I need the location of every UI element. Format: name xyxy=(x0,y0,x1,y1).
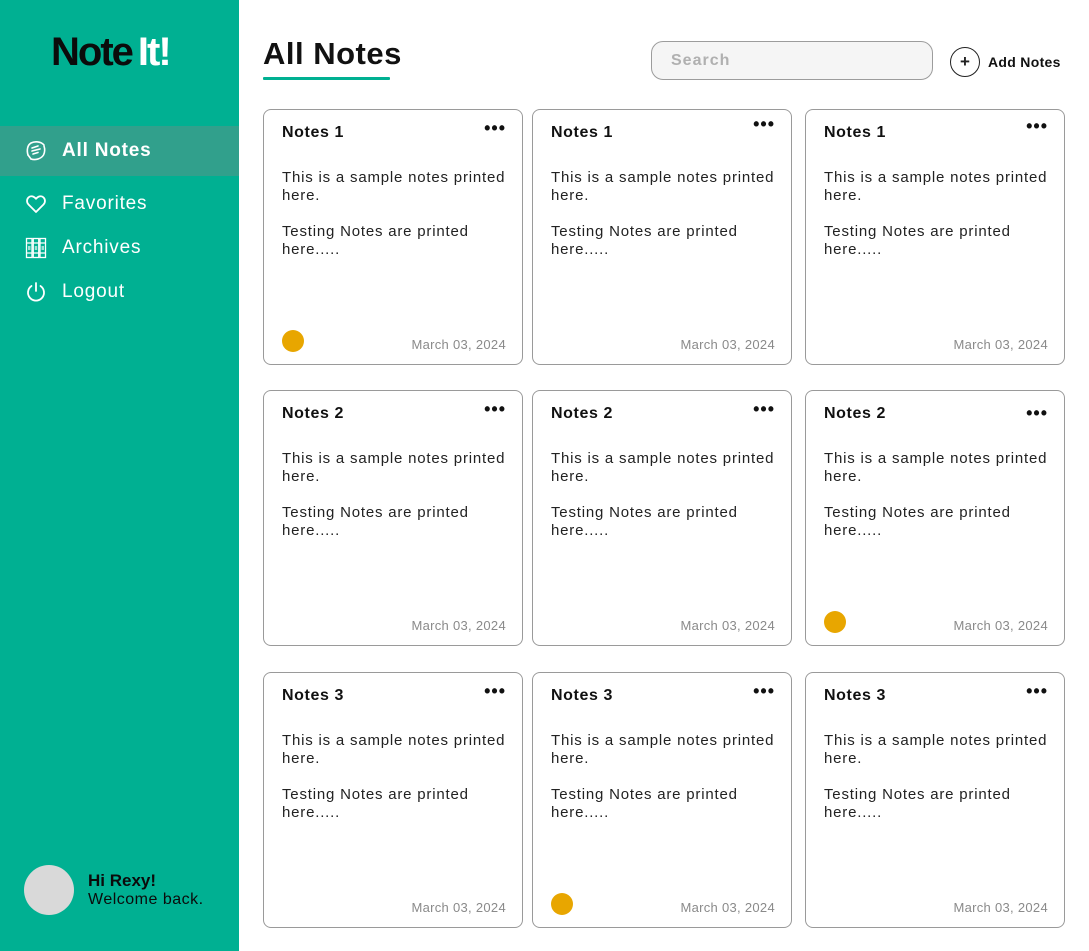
note-title: Notes 2 xyxy=(551,405,613,422)
sidebar-item-label: Favorites xyxy=(62,193,148,214)
sidebar-item-label: All Notes xyxy=(62,140,152,161)
note-card[interactable]: Notes 2 ••• This is a sample notes print… xyxy=(263,390,523,646)
note-body: This is a sample notes printed here. Tes… xyxy=(551,450,787,558)
note-card[interactable]: Notes 1 ••• This is a sample notes print… xyxy=(263,109,523,365)
note-body: This is a sample notes printed here. Tes… xyxy=(824,450,1060,558)
more-options-icon[interactable]: ••• xyxy=(1026,116,1048,136)
note-title: Notes 2 xyxy=(824,405,886,422)
more-options-icon[interactable]: ••• xyxy=(484,681,506,701)
notes-icon xyxy=(24,139,48,163)
sidebar-item-logout[interactable]: Logout xyxy=(0,267,239,317)
more-options-icon[interactable]: ••• xyxy=(753,114,775,134)
note-card[interactable]: Notes 3 ••• This is a sample notes print… xyxy=(805,672,1065,928)
note-body: This is a sample notes printed here. Tes… xyxy=(551,169,787,277)
more-options-icon[interactable]: ••• xyxy=(1026,681,1048,701)
sidebar-item-all-notes[interactable]: All Notes xyxy=(0,126,239,176)
note-body: This is a sample notes printed here. Tes… xyxy=(282,450,518,558)
note-text-line: Testing Notes are printed here..... xyxy=(824,223,1011,258)
note-card[interactable]: Notes 1 ••• This is a sample notes print… xyxy=(805,109,1065,365)
note-body: This is a sample notes printed here. Tes… xyxy=(551,732,787,840)
add-notes-label: Add Notes xyxy=(988,54,1061,70)
archive-icon xyxy=(24,236,48,260)
sidebar-item-label: Logout xyxy=(62,281,125,302)
note-text-line: Testing Notes are printed here..... xyxy=(282,504,469,539)
plus-icon: + xyxy=(950,47,980,77)
note-title: Notes 3 xyxy=(282,687,344,704)
title-underline xyxy=(263,77,390,80)
note-text-line: This is a sample notes printed here. xyxy=(282,450,506,485)
note-card[interactable]: Notes 1 ••• This is a sample notes print… xyxy=(532,109,792,365)
note-date: March 03, 2024 xyxy=(680,618,775,633)
note-date: March 03, 2024 xyxy=(680,337,775,352)
user-greeting: Hi Rexy! xyxy=(88,871,157,890)
note-date: March 03, 2024 xyxy=(411,900,506,915)
note-date: March 03, 2024 xyxy=(680,900,775,915)
note-date: March 03, 2024 xyxy=(411,618,506,633)
favorite-dot-icon xyxy=(282,330,304,352)
note-card[interactable]: Notes 2 ••• This is a sample notes print… xyxy=(532,390,792,646)
more-options-icon[interactable]: ••• xyxy=(484,118,506,138)
note-card[interactable]: Notes 3 ••• This is a sample notes print… xyxy=(263,672,523,928)
favorite-dot-icon xyxy=(824,611,846,633)
sidebar-item-label: Archives xyxy=(62,237,142,258)
app-logo[interactable]: Note It! xyxy=(51,28,172,76)
power-icon xyxy=(24,280,48,304)
note-body: This is a sample notes printed here. Tes… xyxy=(282,732,518,840)
note-text-line: This is a sample notes printed here. xyxy=(551,169,775,204)
note-title: Notes 1 xyxy=(551,124,613,141)
note-date: March 03, 2024 xyxy=(953,900,1048,915)
note-body: This is a sample notes printed here. Tes… xyxy=(282,169,518,277)
user-text: Hi Rexy! Welcome back. xyxy=(88,871,204,909)
more-options-icon[interactable]: ••• xyxy=(1026,403,1048,423)
add-notes-button[interactable]: + Add Notes xyxy=(950,47,1061,77)
note-text-line: This is a sample notes printed here. xyxy=(824,169,1048,204)
more-options-icon[interactable]: ••• xyxy=(753,399,775,419)
note-text-line: Testing Notes are printed here..... xyxy=(282,786,469,821)
note-text-line: This is a sample notes printed here. xyxy=(551,732,775,767)
note-text-line: This is a sample notes printed here. xyxy=(824,450,1048,485)
note-body: This is a sample notes printed here. Tes… xyxy=(824,169,1060,277)
user-welcome: Welcome back. xyxy=(88,891,204,908)
note-text-line: Testing Notes are printed here..... xyxy=(551,223,738,258)
note-title: Notes 2 xyxy=(282,405,344,422)
note-title: Notes 1 xyxy=(282,124,344,141)
sidebar-item-favorites[interactable]: Favorites xyxy=(0,179,239,229)
note-text-line: This is a sample notes printed here. xyxy=(551,450,775,485)
sidebar-item-archives[interactable]: Archives xyxy=(0,223,239,273)
more-options-icon[interactable]: ••• xyxy=(484,399,506,419)
note-text-line: Testing Notes are printed here..... xyxy=(551,504,738,539)
note-text-line: This is a sample notes printed here. xyxy=(282,169,506,204)
note-title: Notes 3 xyxy=(824,687,886,704)
user-profile[interactable]: Hi Rexy! Welcome back. xyxy=(24,865,204,915)
note-text-line: Testing Notes are printed here..... xyxy=(824,504,1011,539)
page-title: All Notes xyxy=(263,36,402,71)
note-body: This is a sample notes printed here. Tes… xyxy=(824,732,1060,840)
note-title: Notes 3 xyxy=(551,687,613,704)
note-text-line: This is a sample notes printed here. xyxy=(824,732,1048,767)
note-text-line: Testing Notes are printed here..... xyxy=(282,223,469,258)
note-card[interactable]: Notes 3 ••• This is a sample notes print… xyxy=(532,672,792,928)
note-title: Notes 1 xyxy=(824,124,886,141)
note-date: March 03, 2024 xyxy=(953,618,1048,633)
logo-part-it: It! xyxy=(137,30,172,74)
favorite-dot-icon xyxy=(551,893,573,915)
avatar[interactable] xyxy=(24,865,74,915)
note-text-line: Testing Notes are printed here..... xyxy=(551,786,738,821)
note-card[interactable]: Notes 2 ••• This is a sample notes print… xyxy=(805,390,1065,646)
logo-part-note: Note xyxy=(51,30,134,74)
note-date: March 03, 2024 xyxy=(953,337,1048,352)
heart-icon xyxy=(24,192,48,216)
search-input[interactable] xyxy=(651,41,933,80)
sidebar: Note It! All Notes Favorites Archives Lo… xyxy=(0,0,239,951)
note-text-line: Testing Notes are printed here..... xyxy=(824,786,1011,821)
more-options-icon[interactable]: ••• xyxy=(753,681,775,701)
note-date: March 03, 2024 xyxy=(411,337,506,352)
note-text-line: This is a sample notes printed here. xyxy=(282,732,506,767)
